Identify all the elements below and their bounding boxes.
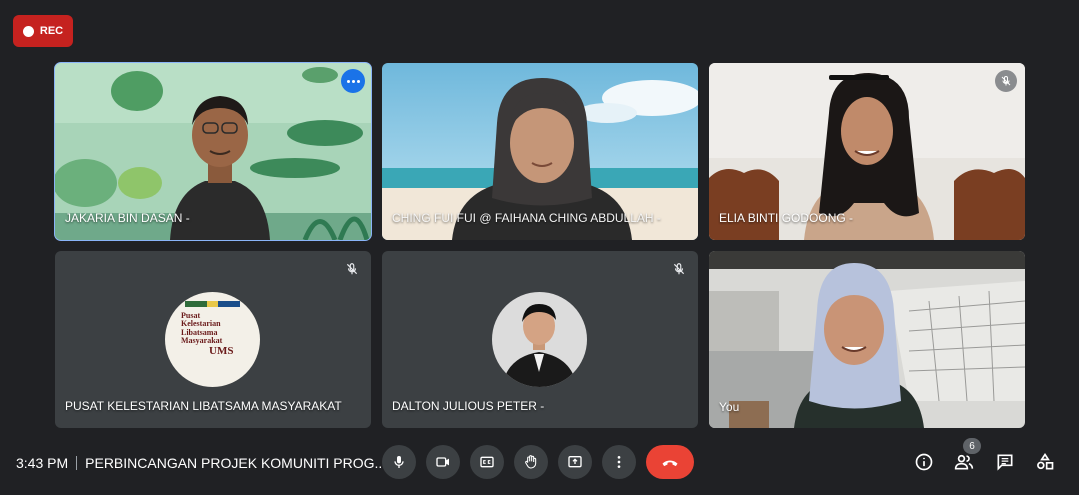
record-dot-icon [22, 25, 34, 37]
mic-button[interactable] [382, 445, 416, 479]
people-icon [954, 454, 974, 470]
participant-tile-dalton[interactable]: DALTON JULIOUS PETER - [382, 251, 698, 428]
captions-icon [480, 456, 494, 468]
participant-tile-jakaria[interactable]: JAKARIA BIN DASAN - [54, 62, 372, 241]
participant-tile-ching[interactable]: CHING FUI FUI @ FAIHANA CHING ABDULLAH - [382, 63, 698, 240]
participant-tile-pusat[interactable]: Pusat Kelestarian Libatsama Masyarakat U… [55, 251, 371, 428]
leave-call-button[interactable] [646, 445, 694, 479]
more-options-button[interactable] [341, 69, 365, 93]
mic-icon [394, 456, 404, 468]
self-video [709, 251, 1025, 428]
participant-tile-elia[interactable]: ELIA BINTI GODOONG - [709, 63, 1025, 240]
meeting-details-button[interactable] [912, 450, 936, 474]
participant-name: DALTON JULIOUS PETER - [392, 399, 545, 413]
camera-icon [436, 457, 449, 467]
meeting-toolbar: 3:43 PM PERBINCANGAN PROJEK KOMUNITI PROG… [0, 430, 1079, 495]
profile-photo-avatar [492, 292, 587, 387]
present-button[interactable] [558, 445, 592, 479]
more-options-button[interactable] [602, 445, 636, 479]
participant-name: CHING FUI FUI @ FAIHANA CHING ABDULLAH - [392, 211, 661, 225]
participant-tile-self[interactable]: You [709, 251, 1025, 428]
captions-button[interactable] [470, 445, 504, 479]
people-button[interactable] [952, 450, 976, 474]
participant-name: ELIA BINTI GODOONG - [719, 211, 854, 225]
participant-name: You [719, 400, 740, 414]
participant-name: JAKARIA BIN DASAN - [65, 211, 190, 225]
raise-hand-button[interactable] [514, 445, 548, 479]
present-icon [568, 456, 582, 468]
logo-line: UMS [209, 344, 234, 357]
mic-off-icon [341, 258, 363, 280]
activities-icon [1037, 452, 1054, 470]
raise-hand-icon [525, 455, 537, 469]
organization-logo-avatar: Pusat Kelestarian Libatsama Masyarakat U… [165, 292, 260, 387]
participant-name: PUSAT KELESTARIAN LIBATSAMA MASYARAKAT [65, 399, 342, 413]
recording-label: REC [39, 25, 64, 37]
meeting-time: 3:43 PM [16, 455, 69, 471]
camera-button[interactable] [426, 445, 460, 479]
chat-icon [997, 454, 1013, 471]
mic-off-icon [995, 70, 1017, 92]
meeting-info: 3:43 PM PERBINCANGAN PROJEK KOMUNITI PROG… [16, 455, 386, 471]
end-call-icon [662, 460, 678, 467]
mic-off-icon [668, 258, 690, 280]
recording-badge: REC [13, 15, 73, 47]
info-icon [915, 453, 933, 471]
activities-button[interactable] [1033, 450, 1057, 474]
more-vert-icon [617, 456, 621, 468]
meeting-title: PERBINCANGAN PROJEK KOMUNITI PROG... [85, 455, 387, 471]
chat-button[interactable] [993, 450, 1017, 474]
